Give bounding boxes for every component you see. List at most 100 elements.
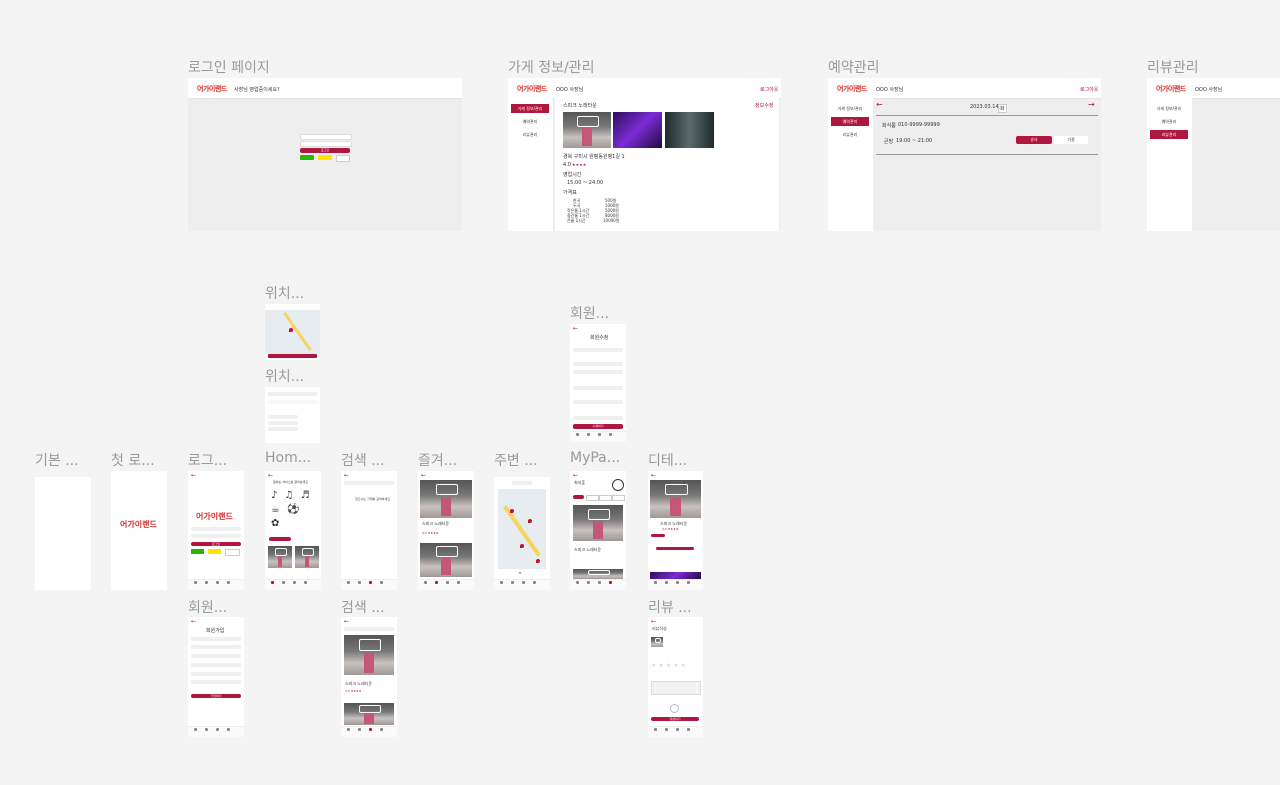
kakao-login-button[interactable]	[208, 549, 221, 554]
mypage-icon[interactable]	[687, 728, 690, 731]
form-field[interactable]	[573, 362, 623, 366]
favorite-icon[interactable]	[358, 728, 361, 731]
reject-button[interactable]: 거절	[1054, 136, 1088, 144]
back-arrow-icon[interactable]: ←	[573, 325, 578, 332]
mypage-icon[interactable]	[227, 728, 230, 731]
favorite-icon[interactable]	[205, 728, 208, 731]
menu-store[interactable]: 가게 정보/관리	[511, 104, 549, 113]
map-pin-icon[interactable]	[536, 559, 540, 563]
home-icon[interactable]	[271, 581, 274, 584]
home-icon[interactable]	[576, 581, 579, 584]
back-arrow-icon[interactable]: ←	[344, 472, 349, 479]
map-pin-icon[interactable]	[289, 328, 293, 332]
store-photo[interactable]	[268, 546, 292, 568]
search-icon[interactable]	[598, 581, 601, 584]
store-photo[interactable]	[295, 546, 319, 568]
form-field[interactable]	[573, 348, 623, 352]
favorite-icon[interactable]	[282, 581, 285, 584]
category-icons[interactable]: ♪ ♫ ♬ ☕ ⚽ ✿	[271, 489, 315, 535]
current-location-row[interactable]	[268, 400, 317, 404]
favorite-icon[interactable]	[665, 728, 668, 731]
search-icon[interactable]	[293, 581, 296, 584]
form-field[interactable]	[191, 645, 241, 649]
search-input[interactable]	[344, 481, 394, 485]
menu-reservation[interactable]: 예약관리	[511, 117, 549, 126]
search-icon[interactable]	[216, 728, 219, 731]
menu-review[interactable]: 리뷰관리	[1150, 130, 1188, 139]
submit-button[interactable]: 수정하기	[573, 424, 623, 429]
home-icon[interactable]	[347, 728, 350, 731]
accept-button[interactable]: 승낙	[1016, 136, 1052, 144]
tab-favorite[interactable]	[586, 495, 599, 501]
mypage-icon[interactable]	[304, 581, 307, 584]
menu-review[interactable]: 리뷰관리	[831, 130, 869, 139]
home-icon[interactable]	[654, 728, 657, 731]
tab-info[interactable]	[651, 534, 665, 537]
home-icon[interactable]	[424, 581, 427, 584]
form-field[interactable]	[573, 416, 623, 420]
form-field[interactable]	[573, 386, 623, 390]
menu-reservation[interactable]: 예약관리	[831, 117, 869, 126]
favorite-icon[interactable]	[587, 581, 590, 584]
reserve-button[interactable]	[656, 547, 694, 550]
home-icon[interactable]	[194, 581, 197, 584]
mypage-icon[interactable]	[687, 581, 690, 584]
home-icon[interactable]	[194, 728, 197, 731]
store-photo[interactable]	[344, 635, 394, 675]
mypage-icon[interactable]	[457, 581, 460, 584]
store-photo[interactable]	[344, 703, 394, 725]
next-date-arrow-icon[interactable]: →	[1088, 100, 1095, 109]
id-input[interactable]	[191, 527, 241, 531]
naver-login-button[interactable]	[300, 155, 314, 160]
logout-link[interactable]: 로그아웃	[760, 86, 778, 93]
favorite-icon[interactable]	[587, 433, 590, 436]
login-button[interactable]: 로그인	[300, 148, 350, 153]
search-icon[interactable]	[216, 581, 219, 584]
form-field[interactable]	[191, 637, 241, 641]
confirm-location-button[interactable]	[268, 354, 317, 358]
result-row[interactable]	[268, 415, 298, 419]
back-arrow-icon[interactable]: ←	[191, 618, 196, 625]
result-row[interactable]	[268, 421, 298, 425]
google-login-button[interactable]	[336, 155, 350, 162]
home-icon[interactable]	[576, 433, 579, 436]
mypage-icon[interactable]	[609, 581, 612, 584]
back-arrow-icon[interactable]: ←	[573, 472, 578, 479]
result-row[interactable]	[268, 427, 298, 431]
location-chip[interactable]	[512, 481, 532, 485]
search-icon[interactable]	[598, 433, 601, 436]
favorite-icon[interactable]	[358, 581, 361, 584]
menu-reservation[interactable]: 예약관리	[1150, 117, 1188, 126]
menu-store[interactable]: 가게 정보/관리	[831, 104, 869, 113]
tab-review[interactable]	[573, 495, 584, 499]
search-input[interactable]	[344, 627, 394, 631]
id-input[interactable]	[300, 134, 352, 140]
submit-button[interactable]: 가입하기	[191, 694, 241, 698]
favorite-icon[interactable]	[435, 581, 438, 584]
add-photo-icon[interactable]	[670, 704, 679, 713]
home-icon[interactable]	[654, 581, 657, 584]
kakao-login-button[interactable]	[318, 155, 332, 160]
back-arrow-icon[interactable]: ←	[421, 472, 426, 479]
chevron-up-icon[interactable]: ⌃	[517, 571, 523, 579]
password-input[interactable]	[191, 534, 241, 538]
tab-settings[interactable]	[612, 495, 625, 501]
store-photo[interactable]	[573, 505, 623, 541]
map[interactable]	[498, 489, 546, 569]
login-button[interactable]: 로그인	[191, 542, 241, 546]
naver-login-button[interactable]	[191, 549, 204, 554]
search-icon[interactable]	[676, 581, 679, 584]
search-icon[interactable]	[676, 728, 679, 731]
store-photo[interactable]	[420, 480, 472, 518]
favorite-icon[interactable]	[511, 581, 514, 584]
date-day-tag[interactable]: 화	[998, 104, 1007, 113]
map-pin-icon[interactable]	[510, 509, 514, 513]
mypage-icon[interactable]	[380, 581, 383, 584]
map[interactable]	[265, 310, 320, 354]
store-photo[interactable]	[573, 569, 623, 579]
search-icon[interactable]	[369, 728, 372, 731]
star-input[interactable]: ★★★★★	[651, 662, 688, 669]
search-icon[interactable]	[446, 581, 449, 584]
prev-date-arrow-icon[interactable]: ←	[876, 100, 883, 109]
menu-store[interactable]: 가게 정보/관리	[1150, 104, 1188, 113]
